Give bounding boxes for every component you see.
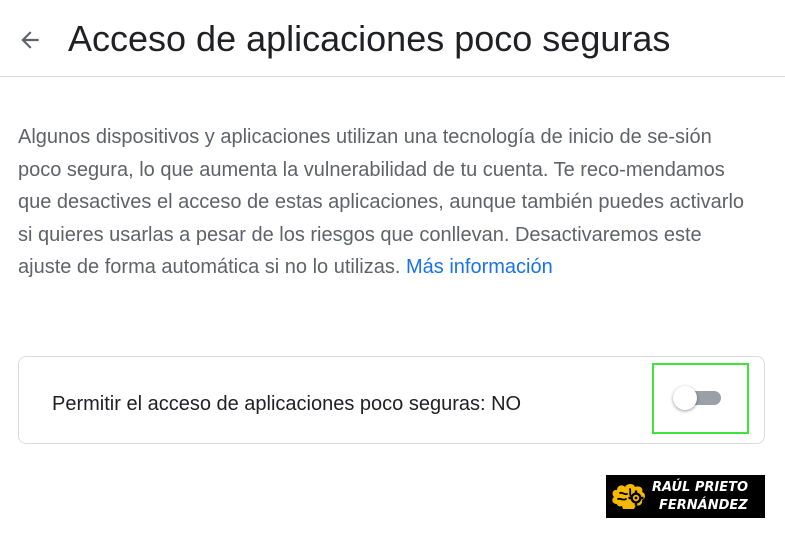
author-watermark: RAÚL PRIETO FERNÁNDEZ bbox=[606, 475, 765, 518]
less-secure-apps-toggle[interactable] bbox=[673, 386, 723, 410]
back-button[interactable] bbox=[12, 22, 48, 58]
more-info-link[interactable]: Más información bbox=[406, 256, 553, 278]
page-title: Acceso de aplicaciones poco seguras bbox=[68, 18, 671, 59]
watermark-line-1: RAÚL PRIETO bbox=[652, 480, 749, 495]
description-text: Algunos dispositivos y aplicaciones util… bbox=[18, 121, 758, 284]
arrow-back-icon bbox=[21, 31, 39, 49]
page-header: Acceso de aplicaciones poco seguras bbox=[0, 0, 785, 77]
description-body: Algunos dispositivos y aplicaciones util… bbox=[18, 126, 745, 279]
brain-gear-icon bbox=[612, 484, 645, 509]
toggle-thumb bbox=[673, 386, 697, 410]
setting-label: Permitir el acceso de aplicaciones poco … bbox=[52, 393, 522, 415]
watermark-line-2: FERNÁNDEZ bbox=[659, 498, 748, 513]
